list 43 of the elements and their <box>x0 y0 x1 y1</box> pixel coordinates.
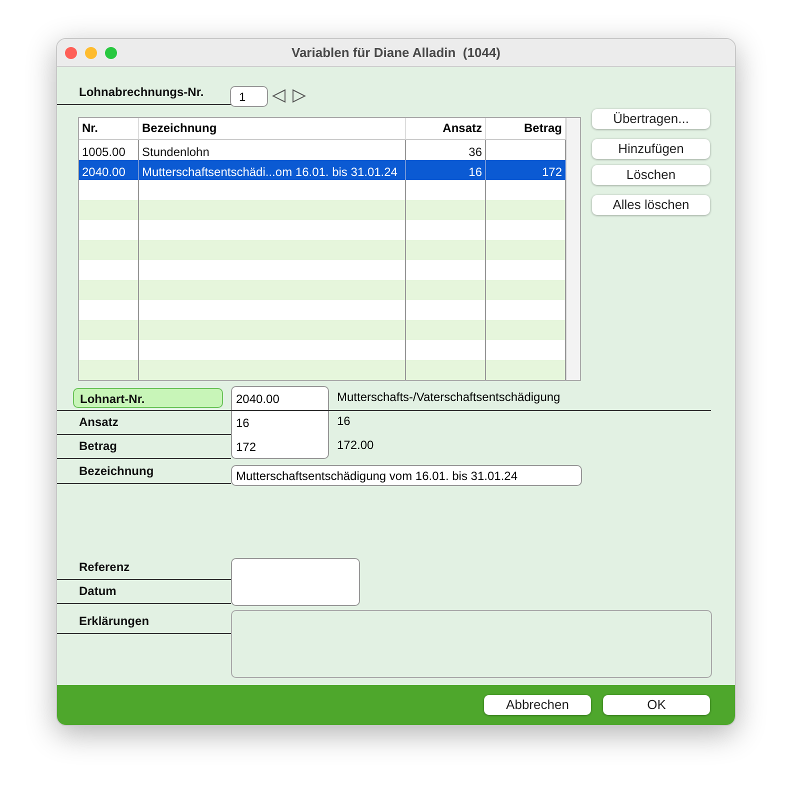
reference-field[interactable] <box>231 558 360 582</box>
table-row[interactable]: 2040.00 Mutterschaftsentschädi...om 16.01. bis 31.01.24 16 172 <box>79 160 566 180</box>
field-label: Betrag <box>78 438 118 455</box>
number-field[interactable]: 172 <box>231 435 329 459</box>
computed-value: 172.00 <box>337 437 374 454</box>
action-button[interactable]: Übertragen... <box>592 109 710 129</box>
number-field[interactable]: 16 <box>231 411 329 435</box>
table-cell: 172 <box>542 165 562 179</box>
scrollbar[interactable] <box>566 118 580 380</box>
action-button[interactable]: Hinzufügen <box>592 139 710 159</box>
field-label: Bezeichnung <box>78 463 155 480</box>
table-cell: 16 <box>468 165 482 179</box>
wage-type-field[interactable]: 2040.00 <box>231 386 329 410</box>
zoom-icon[interactable] <box>105 46 117 58</box>
dialog-button[interactable]: Abbrechen <box>484 695 591 715</box>
action-button[interactable]: Alles löschen <box>592 195 710 215</box>
field-label: Erklärungen <box>78 613 150 630</box>
field-label: Datum <box>78 583 118 600</box>
dialog-button[interactable]: OK <box>603 695 710 715</box>
table-cell: Stundenlohn <box>142 145 210 159</box>
table-cell: 36 <box>468 145 482 159</box>
close-icon[interactable] <box>65 46 77 58</box>
computed-value: 16 <box>337 413 350 430</box>
payroll-number-field[interactable]: 1 <box>230 86 268 107</box>
window-title: Variablen für Diane Alladin (1044) <box>290 44 502 62</box>
column-header[interactable]: Nr. <box>79 118 139 139</box>
right-triangle-icon[interactable] <box>292 89 306 103</box>
action-button[interactable]: Löschen <box>592 165 710 185</box>
field-label: Lohnart-Nr. <box>73 388 223 408</box>
date-field[interactable] <box>231 582 360 606</box>
table-cell: 1005.00 <box>82 145 126 159</box>
column-header[interactable]: Ansatz <box>406 118 486 139</box>
table-cell: 2040.00 <box>82 165 126 179</box>
minimize-icon[interactable] <box>85 46 97 58</box>
left-triangle-icon[interactable] <box>272 89 286 103</box>
field-label: Referenz <box>78 559 131 576</box>
field-label: Ansatz <box>78 414 120 431</box>
table-cell: Mutterschaftsentschädi...om 16.01. bis 31.01.24 <box>142 165 398 179</box>
field-label: Lohnabrechnungs-Nr. <box>78 84 205 101</box>
designation-field[interactable]: Mutterschaftsentschädigung vom 16.01. bis 31.01.24 <box>231 465 582 486</box>
column-header[interactable]: Bezeichnung <box>139 118 406 139</box>
wage-type-description: Mutterschafts-/Vaterschaftsentschädigung <box>337 389 560 406</box>
explanations-field[interactable] <box>231 610 712 678</box>
